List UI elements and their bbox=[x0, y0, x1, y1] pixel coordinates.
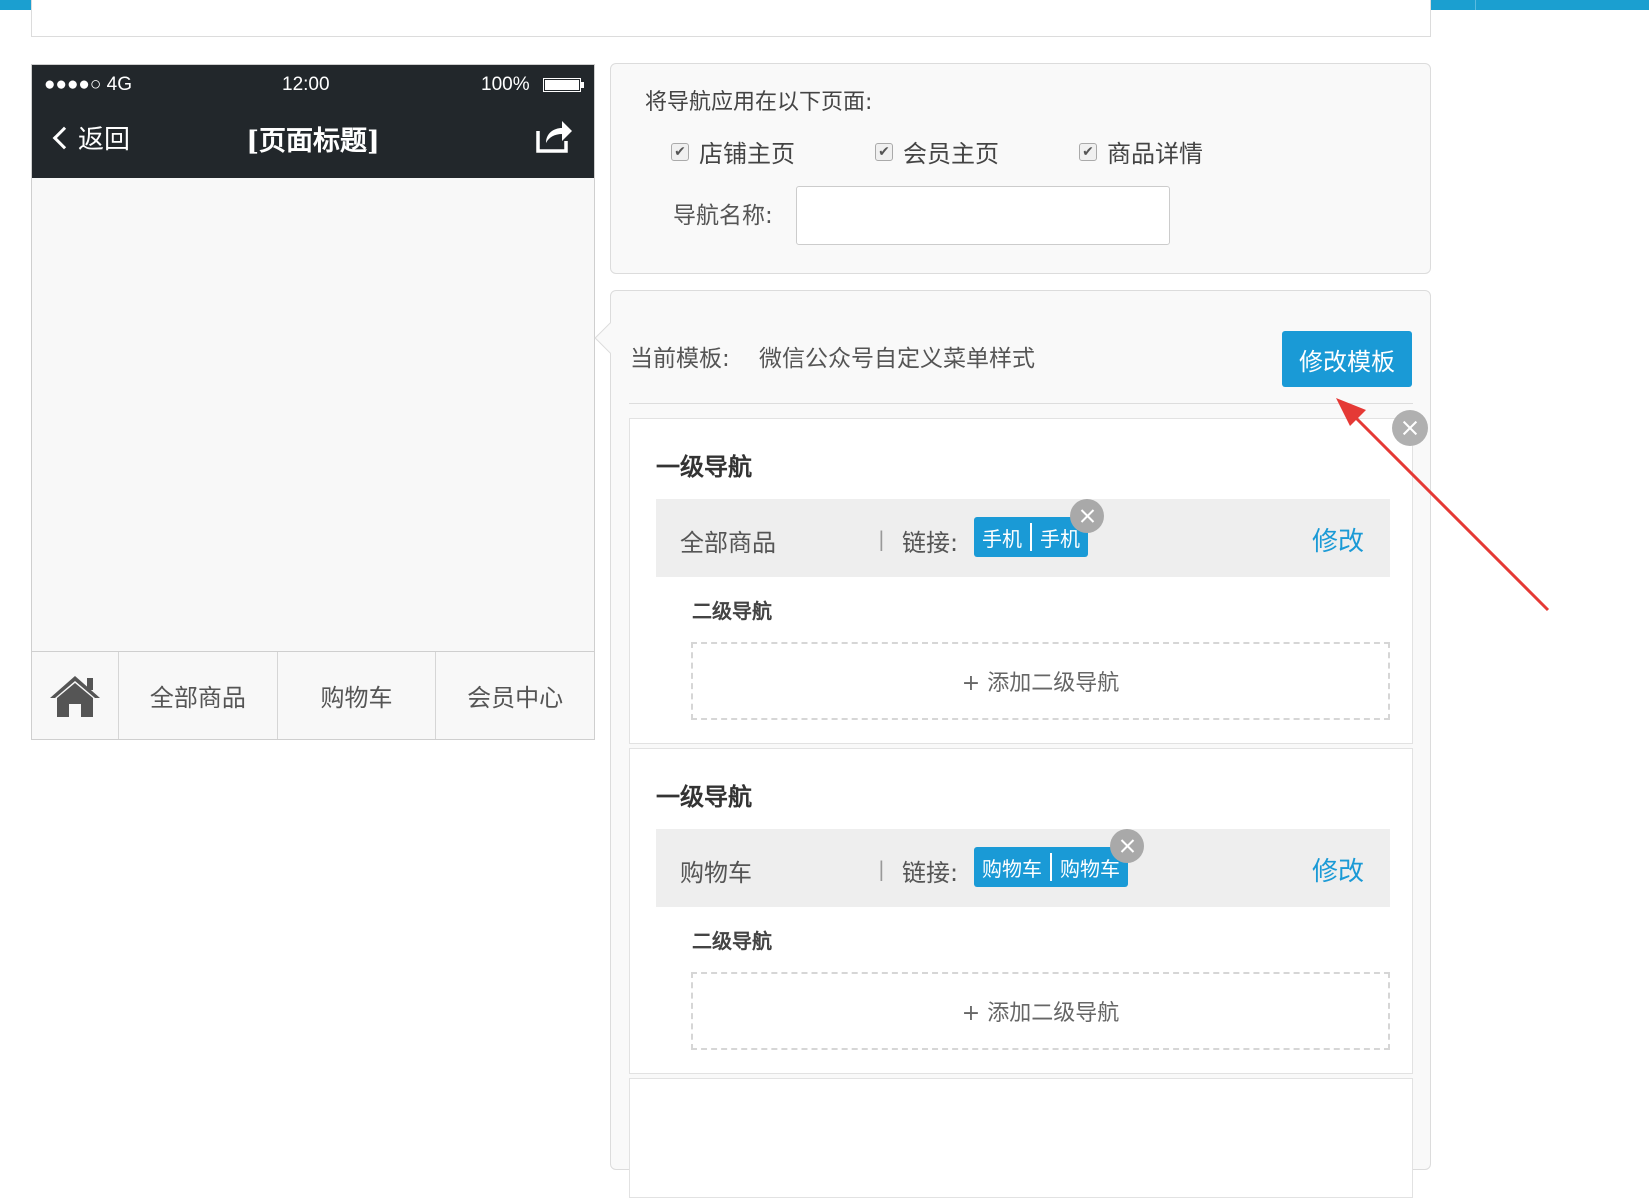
checkbox-product-detail[interactable]: ✔ 商品详情 bbox=[1079, 134, 1203, 169]
link-tag-value: 购物车 bbox=[1060, 856, 1120, 881]
checkbox-store-home[interactable]: ✔ 店铺主页 bbox=[671, 134, 795, 169]
checkbox-icon[interactable]: ✔ bbox=[1079, 142, 1097, 161]
edit-item-link[interactable]: 修改 bbox=[1312, 851, 1364, 888]
tab-cart[interactable]: 购物车 bbox=[278, 652, 437, 739]
checkbox-label: 会员主页 bbox=[903, 140, 999, 168]
template-name: 微信公众号自定义菜单样式 bbox=[759, 346, 1035, 372]
sub-nav-title: 二级导航 bbox=[692, 599, 772, 623]
home-icon bbox=[50, 675, 100, 717]
nav-card-partial bbox=[629, 1078, 1413, 1198]
template-label: 当前模板: bbox=[630, 346, 730, 372]
divider bbox=[629, 403, 1413, 404]
nav-card-title: 一级导航 bbox=[656, 783, 752, 811]
nav-item-name: 购物车 bbox=[680, 859, 752, 887]
link-tag[interactable]: 手机 手机 bbox=[974, 499, 1104, 557]
apply-settings-panel: 将导航应用在以下页面: ✔ 店铺主页 ✔ 会员主页 ✔ 商品详情 导航名称: bbox=[610, 63, 1431, 274]
remove-link-icon[interactable] bbox=[1070, 499, 1104, 533]
remove-nav-card-icon[interactable] bbox=[1392, 410, 1428, 446]
battery-percent: 100% bbox=[481, 74, 530, 95]
checkbox-icon[interactable]: ✔ bbox=[671, 142, 689, 161]
link-label: 链接: bbox=[902, 859, 959, 887]
link-tag-type: 购物车 bbox=[982, 856, 1042, 881]
share-icon[interactable] bbox=[534, 117, 574, 155]
sub-nav-title: 二级导航 bbox=[692, 929, 772, 953]
tab-home[interactable] bbox=[32, 652, 119, 739]
carrier-signal: ●●●●○ 4G bbox=[44, 74, 133, 95]
checkbox-icon[interactable]: ✔ bbox=[875, 142, 893, 161]
nav-item-name: 全部商品 bbox=[680, 529, 776, 557]
phone-header: ●●●●○ 4G 12:00 100% 返回 [页面标题] bbox=[32, 65, 594, 178]
add-sub-nav-button[interactable]: + 添加二级导航 bbox=[691, 642, 1390, 720]
edit-template-button[interactable]: 修改模板 bbox=[1282, 331, 1412, 387]
top-panel bbox=[31, 0, 1431, 37]
nav-item-row: 购物车 | 链接: 购物车 购物车 修改 bbox=[656, 829, 1390, 907]
nav-item-row: 全部商品 | 链接: 手机 手机 修改 bbox=[656, 499, 1390, 577]
status-time: 12:00 bbox=[282, 74, 330, 95]
remove-link-icon[interactable] bbox=[1110, 829, 1144, 863]
checkbox-member-home[interactable]: ✔ 会员主页 bbox=[875, 134, 999, 169]
phone-tab-bar: 全部商品 购物车 会员中心 bbox=[32, 651, 594, 739]
nav-card-title: 一级导航 bbox=[656, 453, 752, 481]
tab-member-center[interactable]: 会员中心 bbox=[436, 652, 594, 739]
item-separator: | bbox=[878, 527, 885, 551]
apply-checkbox-group: ✔ 店铺主页 ✔ 会员主页 ✔ 商品详情 bbox=[671, 134, 1283, 169]
link-tag-type: 手机 bbox=[982, 526, 1022, 551]
apply-title: 将导航应用在以下页面: bbox=[645, 90, 873, 115]
tab-all-products[interactable]: 全部商品 bbox=[119, 652, 278, 739]
template-panel: 当前模板: 微信公众号自定义菜单样式 修改模板 一级导航 全部商品 | 链接: … bbox=[594, 290, 1431, 1198]
phone-preview: ●●●●○ 4G 12:00 100% 返回 [页面标题] 全部商品 购物车 会… bbox=[31, 64, 595, 740]
battery-icon bbox=[543, 78, 584, 92]
nav-name-label: 导航名称: bbox=[673, 203, 773, 229]
status-bar: ●●●●○ 4G 12:00 100% bbox=[32, 65, 594, 105]
link-tag[interactable]: 购物车 购物车 bbox=[974, 829, 1144, 887]
nav-card: 一级导航 全部商品 | 链接: 手机 手机 修改 二级导航 + 添加二级导航 bbox=[629, 418, 1413, 744]
phone-nav-row: 返回 [页面标题] bbox=[32, 105, 594, 178]
edit-item-link[interactable]: 修改 bbox=[1312, 521, 1364, 558]
add-sub-nav-button[interactable]: + 添加二级导航 bbox=[691, 972, 1390, 1050]
nav-card: 一级导航 购物车 | 链接: 购物车 购物车 修改 二级导航 + 添加二级导航 bbox=[629, 748, 1413, 1074]
panel-pointer bbox=[594, 322, 626, 354]
checkbox-label: 商品详情 bbox=[1107, 140, 1203, 168]
item-separator: | bbox=[878, 857, 885, 881]
checkbox-label: 店铺主页 bbox=[699, 140, 795, 168]
page-title: [页面标题] bbox=[246, 126, 380, 157]
link-label: 链接: bbox=[902, 529, 959, 557]
nav-name-input[interactable] bbox=[796, 186, 1170, 245]
